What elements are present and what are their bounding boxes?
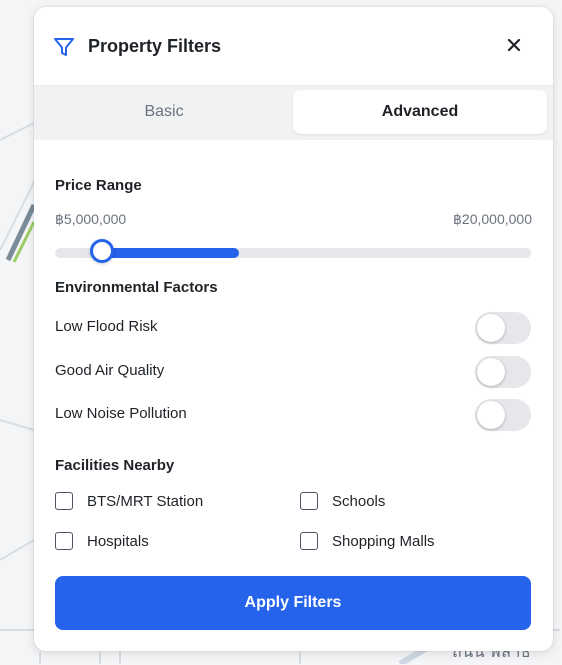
slider-selected-range — [103, 248, 239, 258]
factor-row-air: Good Air Quality — [55, 356, 531, 388]
panel-header: Property Filters — [34, 7, 553, 86]
facility-checkbox-schools[interactable]: Schools — [300, 489, 385, 513]
low-noise-pollution-toggle[interactable] — [475, 399, 531, 431]
factor-row-flood: Low Flood Risk — [55, 312, 531, 344]
good-air-quality-toggle[interactable] — [475, 356, 531, 388]
toggle-knob — [477, 314, 505, 342]
checkbox[interactable] — [300, 492, 318, 510]
price-max-label: ฿20,000,000 — [453, 211, 532, 227]
filter-funnel-icon — [54, 38, 74, 56]
checkbox[interactable] — [55, 532, 73, 550]
checkbox-label: BTS/MRT Station — [87, 492, 204, 510]
close-icon — [507, 38, 521, 52]
factor-label: Good Air Quality — [55, 362, 165, 379]
factor-label: Low Flood Risk — [55, 318, 158, 335]
close-button[interactable] — [500, 31, 528, 59]
checkbox-label: Hospitals — [87, 532, 149, 550]
panel-title: Property Filters — [88, 36, 222, 56]
low-flood-risk-toggle[interactable] — [475, 312, 531, 344]
facility-checkbox-hospitals[interactable]: Hospitals — [55, 529, 149, 553]
toggle-knob — [477, 358, 505, 386]
toggle-knob — [477, 401, 505, 429]
facility-checkbox-bts-mrt[interactable]: BTS/MRT Station — [55, 489, 203, 513]
filter-tabs: Basic Advanced — [34, 86, 553, 140]
tab-basic[interactable]: Basic — [38, 90, 290, 134]
price-range-slider[interactable] — [55, 239, 531, 267]
slider-thumb-min[interactable] — [90, 239, 114, 263]
factor-label: Low Noise Pollution — [55, 405, 187, 422]
environmental-factors-title: Environmental Factors — [55, 279, 218, 296]
price-min-label: ฿5,000,000 — [55, 211, 127, 227]
checkbox[interactable] — [55, 492, 73, 510]
facility-checkbox-shopping-malls[interactable]: Shopping Malls — [300, 529, 435, 553]
tab-advanced[interactable]: Advanced — [293, 90, 547, 134]
checkbox-label: Shopping Malls — [332, 532, 435, 550]
facilities-nearby-title: Facilities Nearby — [55, 457, 175, 474]
price-range-title: Price Range — [55, 177, 142, 194]
checkbox-label: Schools — [332, 492, 386, 510]
apply-filters-button[interactable]: Apply Filters — [55, 576, 531, 630]
checkbox[interactable] — [300, 532, 318, 550]
factor-row-noise: Low Noise Pollution — [55, 399, 531, 431]
property-filters-panel: Property Filters Basic Advanced Price Ra… — [34, 7, 553, 651]
